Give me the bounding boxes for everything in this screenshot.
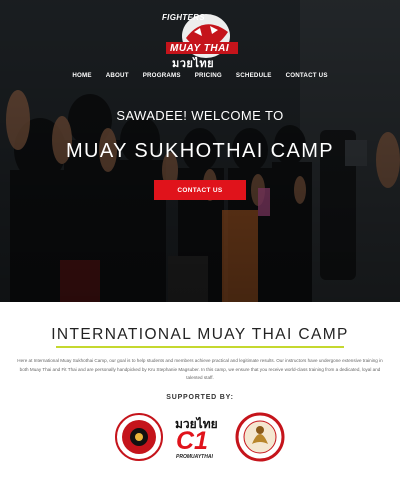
sponsor-logo-c1[interactable]: มวยไทย C1 PROMUAYTHAI — [172, 412, 230, 464]
nav-schedule[interactable]: SCHEDULE — [236, 72, 272, 86]
sponsor-logo-world-muaythai[interactable] — [235, 410, 285, 464]
nav-pricing[interactable]: PRICING — [195, 72, 222, 86]
sponsor-logo-simos[interactable] — [114, 410, 164, 464]
logo-main-text: MUAY THAI — [170, 43, 230, 54]
hero-welcome: SAWADEE! WELCOME TO — [116, 108, 284, 123]
nav-programs[interactable]: PROGRAMS — [143, 72, 181, 86]
nav-about[interactable]: ABOUT — [106, 72, 129, 86]
section-description: Here at International Muay Sukhothai Cam… — [17, 358, 383, 381]
simos-emblem-icon — [115, 413, 163, 461]
nav-contact-us[interactable]: CONTACT US — [286, 72, 328, 86]
c1-mark: C1 — [176, 427, 208, 455]
muaythai-seal-icon — [235, 412, 285, 462]
main-nav: HOME ABOUT PROGRAMS PRICING SCHEDULE CON… — [0, 72, 400, 86]
section-title: INTERNATIONAL MUAY THAI CAMP — [51, 326, 349, 343]
logo-fighters-text: FIGHTERS — [162, 13, 205, 22]
hero-section: FIGHTERS MUAY THAI มวยไทย HOME ABOUT PRO… — [0, 0, 400, 302]
sponsor-subtext: PROMUAYTHAI — [176, 454, 213, 460]
hero-title: MUAY SUKHOTHAI CAMP — [65, 140, 335, 162]
nav-home[interactable]: HOME — [72, 72, 91, 86]
brand-logo[interactable]: FIGHTERS MUAY THAI มวยไทย — [160, 8, 244, 70]
title-divider — [56, 346, 344, 348]
contact-us-button[interactable]: CONTACT US — [154, 180, 246, 200]
logo-thai-text: มวยไทย — [172, 58, 215, 70]
supported-by-label: SUPPORTED BY: — [166, 394, 234, 401]
